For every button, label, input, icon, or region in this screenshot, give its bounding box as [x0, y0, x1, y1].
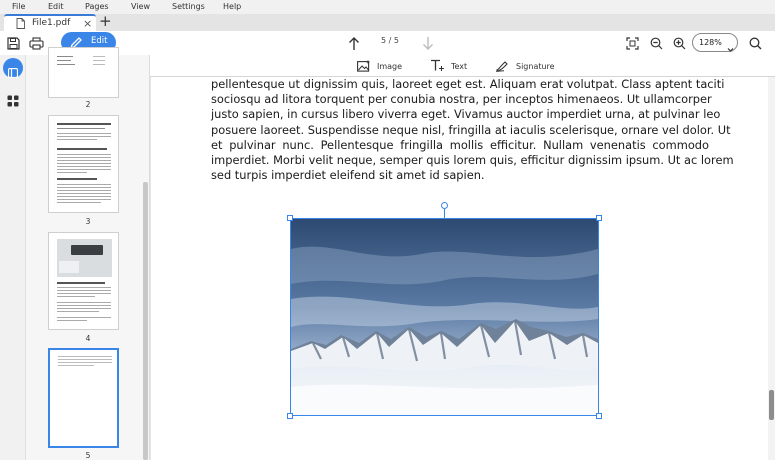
- page-indicator: 5 / 5: [381, 36, 399, 45]
- zoom-value: 128%: [699, 38, 722, 47]
- previous-page-arrow-icon[interactable]: [347, 35, 361, 51]
- text-icon: [430, 57, 445, 76]
- tab-title: File1.pdf: [32, 18, 71, 28]
- add-text-tool[interactable]: Text: [430, 58, 467, 74]
- pdf-page[interactable]: pellentesque ut dignissim quis, laoreet …: [150, 77, 768, 460]
- menu-file[interactable]: File: [12, 1, 25, 13]
- signature-tool-label: Signature: [516, 61, 555, 71]
- thumbnail-number-2: 2: [85, 100, 91, 109]
- selected-image[interactable]: [287, 202, 602, 419]
- image-icon: [357, 57, 371, 76]
- thumbnail-number-3: 3: [85, 217, 91, 226]
- page-thumbnail-5[interactable]: [48, 348, 119, 448]
- document-canvas[interactable]: pellentesque ut dignissim quis, laoreet …: [150, 77, 768, 460]
- thumbnail-number-4: 4: [85, 334, 91, 343]
- menu-view[interactable]: View: [131, 1, 150, 13]
- thumbnails-panel-button[interactable]: [3, 58, 23, 79]
- paragraph-line: sed turpis imperdiet eleifend sit amet i…: [211, 168, 485, 183]
- zoom-select[interactable]: 128%: [692, 33, 738, 52]
- tab-close-icon[interactable]: ×: [83, 16, 92, 31]
- search-icon[interactable]: [748, 36, 762, 50]
- page-thumbnail-4[interactable]: [48, 232, 119, 330]
- resize-handle-bottom-right[interactable]: [596, 413, 602, 419]
- thumbnail-scrollbar[interactable]: [143, 182, 148, 460]
- print-icon[interactable]: [28, 36, 44, 50]
- paragraph-line: posuere laoreet. Suspendisse neque nisl,…: [211, 122, 731, 137]
- menu-edit[interactable]: Edit: [48, 1, 64, 13]
- document-icon: [16, 18, 25, 32]
- new-tab-button[interactable]: +: [99, 12, 112, 30]
- mountain-landscape-image: [291, 219, 598, 415]
- page-thumbnail-2[interactable]: [48, 47, 119, 98]
- signature-pen-icon: [495, 57, 510, 76]
- tab-file1[interactable]: File1.pdf ×: [4, 14, 96, 31]
- grid-view-icon[interactable]: [7, 92, 19, 111]
- scrollbar-thumb[interactable]: [769, 390, 774, 420]
- text-tool-label: Text: [451, 61, 468, 71]
- body-paragraph[interactable]: pellentesque ut dignissim quis, laoreet …: [211, 77, 734, 183]
- tab-bar: File1.pdf × +: [0, 12, 775, 31]
- zoom-out-icon[interactable]: [649, 36, 663, 50]
- image-tool-label: Image: [377, 61, 403, 71]
- rotate-handle[interactable]: [441, 202, 448, 209]
- zoom-in-icon[interactable]: [672, 36, 686, 50]
- menu-settings[interactable]: Settings: [172, 1, 205, 13]
- fit-page-icon[interactable]: [625, 36, 639, 50]
- add-image-tool[interactable]: Image: [357, 58, 402, 74]
- resize-handle-bottom-left[interactable]: [287, 413, 293, 419]
- thumbnail-number-5: 5: [85, 451, 91, 460]
- paragraph-line: pellentesque ut dignissim quis, laoreet …: [211, 77, 725, 91]
- save-icon[interactable]: [6, 36, 20, 50]
- resize-handle-top-right[interactable]: [596, 215, 602, 221]
- thumbnail-keyboard-photo: [57, 239, 112, 277]
- page-thumbnails-icon: [7, 63, 19, 82]
- paragraph-line: imperdiet. Morbi velit neque, semper qui…: [211, 153, 734, 168]
- next-page-arrow-icon[interactable]: [421, 35, 435, 51]
- edit-button-label: Edit: [91, 36, 108, 46]
- resize-handle-top-left[interactable]: [287, 215, 293, 221]
- document-scrollbar[interactable]: [768, 77, 775, 460]
- paragraph-line: justo sapien, in cursus libero viverra e…: [211, 107, 721, 122]
- paragraph-line: sociosqu ad litora torquent per conubia …: [211, 92, 712, 107]
- edit-subtoolbar: Image Text Signature: [150, 55, 775, 77]
- left-rail: [0, 55, 26, 460]
- rotation-handle-stem: [444, 209, 445, 219]
- thumbnail-panel: 2 3 4 5: [26, 47, 150, 460]
- menu-help[interactable]: Help: [223, 1, 241, 13]
- menu-bar: File Edit Pages View Settings Help: [0, 0, 775, 14]
- add-signature-tool[interactable]: Signature: [495, 58, 555, 74]
- paragraph-line: et pulvinar nunc. Pellentesque fringilla…: [211, 137, 709, 152]
- page-thumbnail-3[interactable]: [48, 115, 119, 213]
